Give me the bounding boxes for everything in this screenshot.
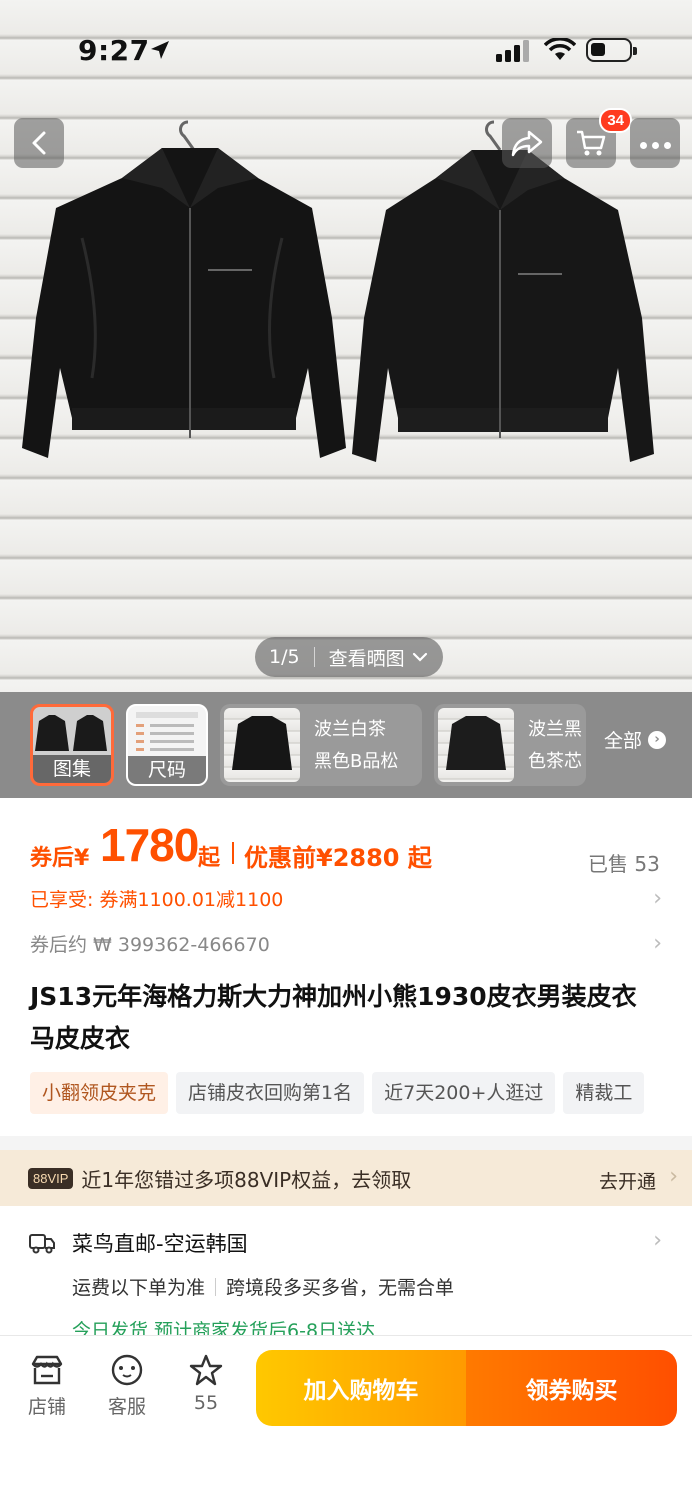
cellular-signal-icon [496, 40, 529, 62]
truck-icon [29, 1234, 55, 1254]
shipping-combine-note: 跨境段多买多省，无需合单 [226, 1277, 455, 1299]
service-face-icon [111, 1354, 143, 1386]
vip-banner[interactable]: 88VIP 近1年您错过多项88VIP权益，去领取 去开通 › [0, 1150, 692, 1206]
favorite-count: 55 [193, 1392, 219, 1414]
view-all-label: 全部 [604, 730, 643, 752]
thumb-variant-black-tea[interactable]: 波兰黑 色茶芯 [434, 704, 586, 786]
sold-count: 已售 53 [588, 852, 660, 876]
variant-name-line1: 波兰白茶 [314, 719, 386, 740]
more-button[interactable] [630, 118, 680, 168]
gallery-counter-pill[interactable]: 1/5 查看晒图 [255, 637, 443, 677]
shipping-row[interactable]: 菜鸟直邮-空运韩国 › [28, 1228, 662, 1260]
original-price: 优惠前¥2880 起 [244, 844, 432, 872]
price-divider [232, 842, 234, 864]
more-dots-icon [637, 134, 673, 153]
price-prefix: 券后¥ [30, 846, 90, 871]
variant-name-line1: 波兰黑 [528, 719, 582, 740]
share-button[interactable] [502, 118, 552, 168]
share-icon [511, 130, 543, 157]
status-bar: 9:27 [0, 0, 692, 100]
vip-text: 近1年您错过多项88VIP权益，去领取 [81, 1167, 412, 1192]
chevron-right-icon: › [653, 886, 662, 911]
shipping-title: 菜鸟直邮-空运韩国 [72, 1232, 248, 1256]
service-label: 客服 [107, 1396, 146, 1418]
price-row: 券后¥ 1780 起 优惠前¥2880 起 [30, 818, 670, 878]
variant-jacket-image [232, 716, 292, 770]
back-button[interactable] [14, 118, 64, 168]
thumb-size-chart[interactable]: 尺码 [126, 704, 208, 786]
section-divider [0, 1136, 692, 1150]
cart-icon [577, 130, 606, 156]
tag-item[interactable]: 精裁工 [563, 1072, 645, 1114]
shipping-subinfo: 运费以下单为准 跨境段多买多省，无需合单 [72, 1273, 454, 1300]
chevron-right-icon: › [669, 1164, 678, 1189]
tag-list: 小翻领皮夹克 店铺皮衣回购第1名 近7天200+人逛过 精裁工 [30, 1072, 692, 1114]
store-button[interactable]: 店铺 [17, 1354, 77, 1419]
product-photo-jacket-left [22, 120, 346, 458]
shipping-fee-note: 运费以下单为准 [72, 1277, 206, 1299]
thumb-variant-white-tea[interactable]: 波兰白茶 黑色B品松 [220, 704, 422, 786]
status-time: 9:27 [78, 34, 150, 67]
battery-icon [586, 38, 637, 62]
variant-name-line2: 黑色B品松 [314, 751, 399, 772]
thumbnail-strip[interactable]: 图集 尺码 波兰白茶 黑色B品松 波兰黑 色茶芯 全部 › [0, 692, 692, 798]
thumb-gallery-label: 图集 [33, 755, 111, 783]
customer-service-button[interactable]: 客服 [97, 1354, 157, 1419]
favorite-button[interactable]: 55 [176, 1354, 236, 1414]
vip-badge: 88VIP [28, 1167, 74, 1189]
krw-price-text: 券后约 ₩ 399362-466670 [30, 934, 270, 956]
cart-count-badge: 34 [599, 108, 632, 133]
size-chart-image [136, 712, 198, 751]
product-photo-jacket-right [352, 120, 654, 462]
coupon-buy-button[interactable]: 领券购买 [466, 1350, 677, 1426]
purchase-buttons: 加入购物车 领券购买 [256, 1350, 677, 1426]
star-icon [189, 1354, 223, 1386]
thumb-jackets-image [35, 715, 107, 751]
thumb-gallery[interactable]: 图集 [30, 704, 114, 786]
chevron-right-icon: › [653, 1228, 662, 1253]
cart-button[interactable]: 34 [566, 108, 632, 168]
bottom-action-bar: 店铺 客服 55 加入购物车 领券购买 [0, 1335, 692, 1500]
price-value: 1780 [100, 819, 199, 871]
chevron-down-icon [412, 652, 427, 662]
vip-activate-button[interactable]: 去开通 [599, 1167, 656, 1194]
chevron-right-circle-icon: › [648, 730, 667, 749]
tag-item[interactable]: 店铺皮衣回购第1名 [176, 1072, 365, 1114]
coupon-text: 已享受: 券满1100.01减1100 [30, 889, 284, 911]
add-to-cart-button[interactable]: 加入购物车 [256, 1350, 466, 1426]
krw-price-row[interactable]: 券后约 ₩ 399362-466670 › [30, 930, 662, 957]
variant-jacket-image [446, 716, 506, 770]
delivery-estimate: 今日发货 预计商家发货后6-8日送达 [72, 1320, 376, 1336]
store-label: 店铺 [27, 1396, 66, 1418]
location-arrow-icon [151, 41, 169, 59]
variant-name-line2: 色茶芯 [528, 751, 582, 772]
chevron-right-icon: › [653, 931, 662, 956]
product-image-gallery[interactable]: 9:27 34 1/5 查看晒图 [0, 0, 692, 692]
wifi-icon [544, 38, 576, 60]
price-suffix: 起 [198, 846, 221, 871]
tag-item[interactable]: 小翻领皮夹克 [30, 1072, 169, 1114]
coupon-row[interactable]: 已享受: 券满1100.01减1100 › [30, 885, 662, 912]
view-reviews-link[interactable]: 查看晒图 [329, 644, 405, 671]
chevron-left-icon [32, 131, 46, 155]
product-title: JS13元年海格力斯大力神加州小熊1930皮衣男装皮衣马皮皮衣 [30, 982, 637, 1053]
thumb-size-label: 尺码 [128, 756, 206, 784]
view-all-button[interactable]: 全部 › [604, 726, 667, 753]
store-icon [31, 1355, 63, 1385]
tag-item[interactable]: 近7天200+人逛过 [372, 1072, 556, 1114]
gallery-counter: 1/5 [269, 646, 300, 668]
